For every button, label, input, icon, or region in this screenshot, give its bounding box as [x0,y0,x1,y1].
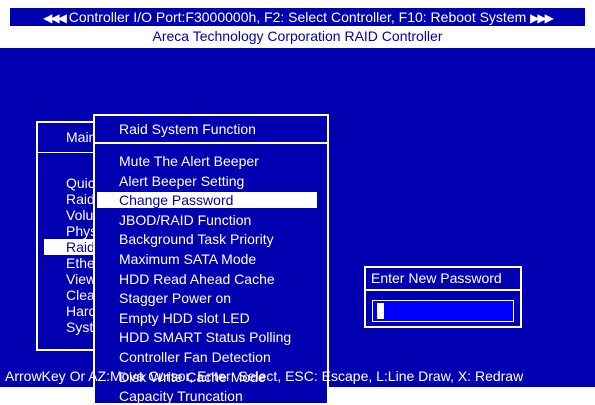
header-bar: ◀◀◀ Controller I/O Port:F3000000h, F2: S… [0,0,595,48]
sub-menu-item[interactable]: Change Password [97,192,317,209]
sub-menu-item[interactable]: Stagger Power on [119,290,231,306]
left-arrows-icon: ◀◀◀ [43,11,67,25]
sub-menu-item[interactable]: Alert Beeper Setting [119,173,244,189]
sub-menu-item[interactable]: Controller Fan Detection [119,349,271,365]
sub-menu-item[interactable]: Maximum SATA Mode [119,251,256,267]
password-dialog: Enter New Password [364,266,522,328]
password-dialog-title: Enter New Password [371,270,502,286]
sub-menu-divider [95,142,327,144]
main-menu-item[interactable]: Raid [66,191,95,207]
sub-menu-item[interactable]: HDD SMART Status Polling [119,329,291,345]
password-dialog-divider [366,289,520,291]
sub-menu-item[interactable]: JBOD/RAID Function [119,212,251,228]
controller-subtitle: Areca Technology Corporation RAID Contro… [152,28,443,44]
text-cursor [377,303,384,319]
sub-menu-item[interactable]: Mute The Alert Beeper [119,153,259,169]
sub-menu-item[interactable]: Capacity Truncation [119,388,243,404]
sub-menu-item[interactable]: Background Task Priority [119,231,274,247]
sub-menu-item[interactable]: Empty HDD slot LED [119,310,250,326]
main-menu-item[interactable]: View [66,271,96,287]
status-line-bar: ◀◀◀ Controller I/O Port:F3000000h, F2: S… [10,8,585,26]
help-footer: ArrowKey Or AZ:Move Cursor, Enter: Selec… [5,368,524,384]
main-menu-title: Main [66,129,97,145]
bios-screen: Main Quick Raid Volume Physical Raid Ethernet… [0,48,595,405]
right-arrows-icon: ▶▶▶ [530,11,554,25]
sub-menu-title: Raid System Function [119,121,256,137]
raid-system-function-menu: Raid System Function Mute The Alert Beep… [93,114,329,405]
sub-menu-item[interactable]: HDD Read Ahead Cache [119,271,275,287]
status-line-text: Controller I/O Port:F3000000h, F2: Selec… [68,9,527,25]
password-input[interactable] [372,300,514,322]
